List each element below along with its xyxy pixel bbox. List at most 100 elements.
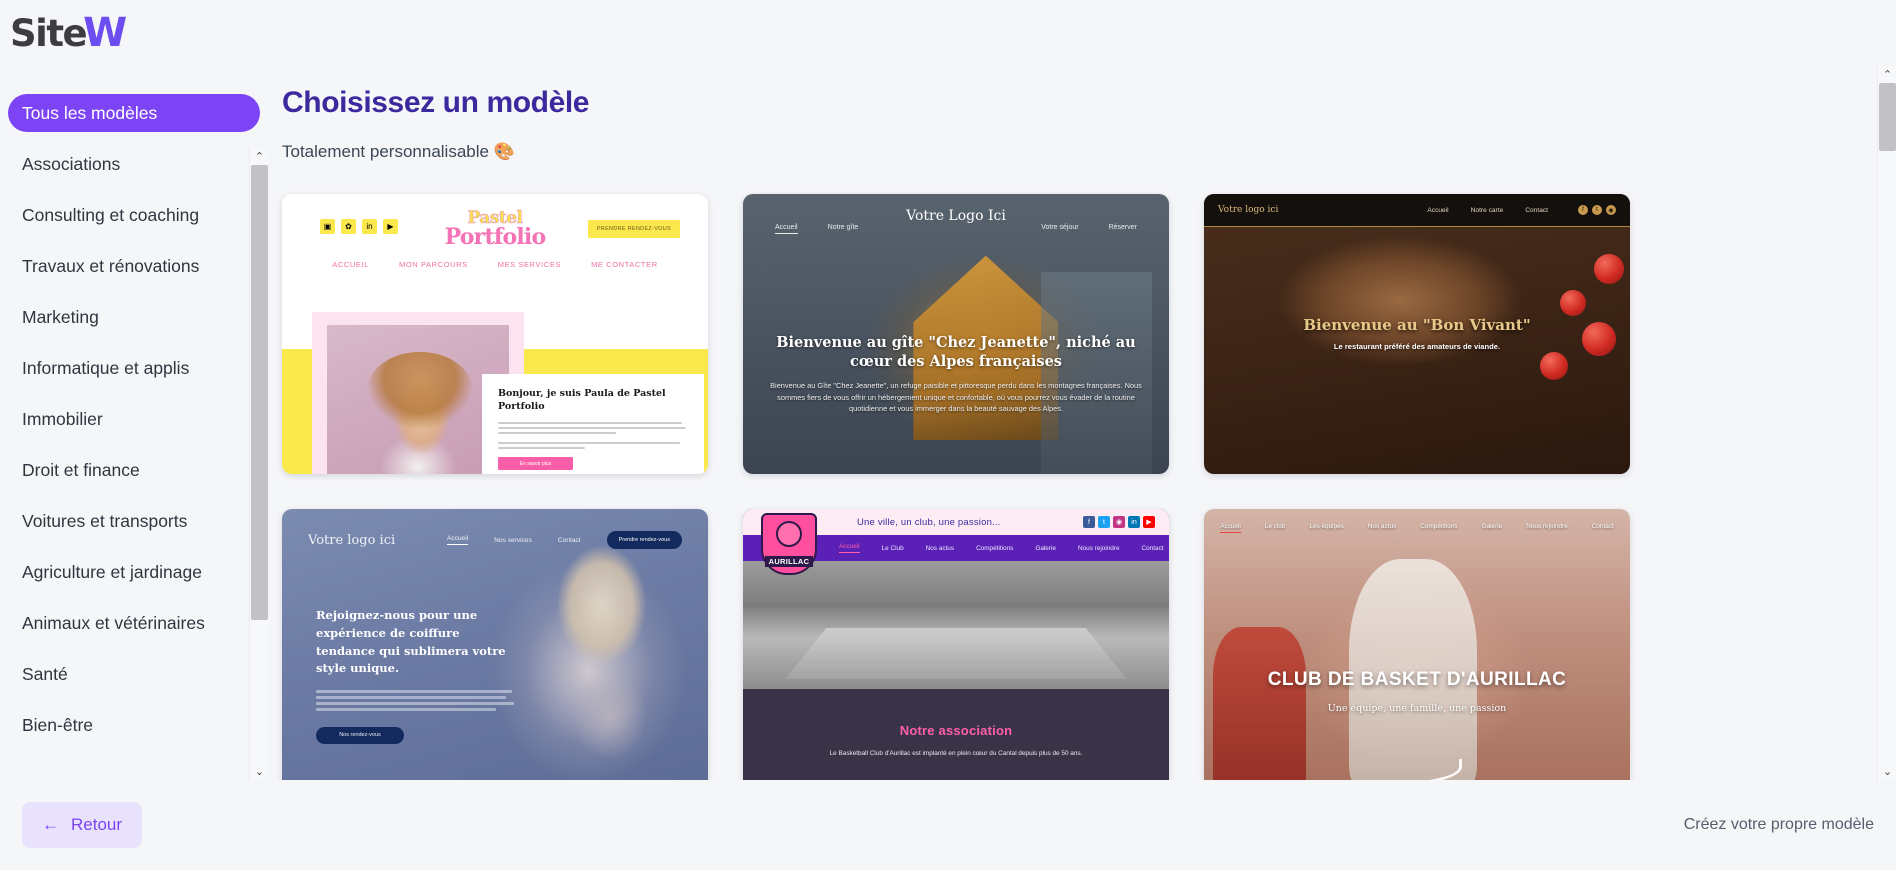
page-title: Choisissez un modèle bbox=[282, 86, 590, 119]
sidebar-scroll-thumb[interactable] bbox=[251, 165, 268, 620]
sidebar-item-tous-les-modeles[interactable]: Tous les modèles bbox=[8, 94, 260, 132]
nav-item-galerie: Galerie bbox=[1481, 523, 1503, 530]
nav-item-nous-rejoindre: Nous rejoindre bbox=[1526, 523, 1568, 530]
nav-item-nos-services: Nos services bbox=[494, 536, 532, 544]
page-subtitle-text: Totalement personnalisable bbox=[282, 142, 489, 161]
template-card-gite-chez-jeanette[interactable]: Accueil Notre gîte Votre séjour Réserver… bbox=[743, 194, 1169, 474]
club-crest-logo: AURILLAC bbox=[761, 513, 817, 575]
template-topbar: Votre logo ici Accueil Notre carte Conta… bbox=[1204, 194, 1630, 227]
template-heading: Bienvenue au gîte "Chez Jeanette", niché… bbox=[776, 334, 1136, 370]
crest-name: AURILLAC bbox=[764, 556, 814, 567]
template-card-pastel-portfolio[interactable]: ▣ ✿ in ▶ Pastel Portfolio PRENDRE RENDEZ… bbox=[282, 194, 708, 474]
sidebar-item-voitures[interactable]: Voitures et transports bbox=[8, 502, 260, 540]
sidebar-item-associations[interactable]: Associations bbox=[8, 145, 260, 183]
template-hero: Bienvenue au "Bon Vivant" Le restaurant … bbox=[1204, 316, 1630, 351]
template-card-salon-coiffure[interactable]: Votre logo ici Accueil Nos services Cont… bbox=[282, 509, 708, 780]
nav-item-nos-actus: Nos actus bbox=[1367, 523, 1397, 530]
template-hero: CLUB DE BASKET D'AURILLAC Une équipe, un… bbox=[1204, 669, 1630, 714]
nav-item-accueil: Accueil bbox=[1220, 523, 1241, 533]
scroll-up-icon[interactable]: ⌃ bbox=[250, 148, 268, 165]
template-topbar: Votre logo ici Accueil Nos services Cont… bbox=[282, 531, 708, 549]
sidebar-item-agriculture[interactable]: Agriculture et jardinage bbox=[8, 553, 260, 591]
logo-text-w: W bbox=[83, 9, 128, 56]
nav-item-accueil: ACCUEIL bbox=[332, 260, 369, 269]
template-body: Bienvenue au Gîte "Chez Jeanette", un re… bbox=[770, 380, 1142, 414]
template-nav: ACCUEIL MON PARCOURS MES SERVICES ME CON… bbox=[282, 260, 708, 269]
nav-item-accueil: Accueil bbox=[1427, 206, 1449, 214]
template-logo-placeholder: Votre Logo Ici bbox=[906, 208, 1006, 224]
template-nav: Accueil Nos services Contact Prendre ren… bbox=[446, 531, 682, 549]
nav-item-reserver: Réserver bbox=[1108, 224, 1137, 231]
instagram-icon: ◉ bbox=[1113, 516, 1125, 528]
decorative-tomato bbox=[1594, 254, 1624, 284]
nav-item-contact: Contact bbox=[1141, 544, 1164, 552]
basketball-icon bbox=[776, 521, 802, 547]
logo-text-site: Site bbox=[10, 11, 88, 55]
template-subheading: Une équipe, une famille, une passion bbox=[1327, 703, 1507, 714]
template-hero: Notre association Le Basketball Club d'A… bbox=[743, 689, 1169, 780]
scroll-down-icon[interactable]: ⌄ bbox=[1878, 763, 1896, 780]
sitew-logo[interactable]: Site W bbox=[10, 12, 127, 55]
create-own-template-link[interactable]: Créez votre propre modèle bbox=[1684, 816, 1874, 834]
facebook-icon: f bbox=[1083, 516, 1095, 528]
template-body-lines bbox=[316, 690, 516, 711]
facebook-icon: f bbox=[1578, 205, 1588, 215]
template-appointment-button: Prendre rendez-vous bbox=[606, 531, 682, 549]
page-subtitle: Totalement personnalisable 🎨 bbox=[282, 142, 1896, 162]
linkedin-icon: in bbox=[1128, 516, 1140, 528]
sidebar-item-travaux[interactable]: Travaux et rénovations bbox=[8, 247, 260, 285]
nav-item-le-club: Le Club bbox=[881, 544, 904, 552]
youtube-icon: ▶ bbox=[1143, 516, 1155, 528]
sidebar-item-sante[interactable]: Santé bbox=[8, 655, 260, 693]
nav-item-accueil: Accueil bbox=[775, 224, 798, 234]
nav-item-mes-services: MES SERVICES bbox=[497, 260, 562, 269]
category-sidebar: Tous les modèles Associations Consulting… bbox=[0, 66, 268, 780]
back-button[interactable]: ← Retour bbox=[22, 802, 143, 848]
sidebar-item-informatique[interactable]: Informatique et applis bbox=[8, 349, 260, 387]
sidebar-item-consulting[interactable]: Consulting et coaching bbox=[8, 196, 260, 234]
twitter-icon: t bbox=[1098, 516, 1110, 528]
template-nav: Accueil Le club Les équipes Nos actus Co… bbox=[1204, 523, 1630, 533]
template-card-aurillac-association[interactable]: Une ville, un club, une passion... f t ◉… bbox=[743, 509, 1169, 780]
template-heading: Bienvenue au "Bon Vivant" bbox=[1303, 316, 1531, 334]
back-button-label: Retour bbox=[71, 815, 123, 834]
template-subheading: Le restaurant préféré des amateurs de vi… bbox=[1333, 342, 1501, 351]
sidebar-item-droit-finance[interactable]: Droit et finance bbox=[8, 451, 260, 489]
main-content: Choisissez un modèle Totalement personna… bbox=[268, 66, 1896, 780]
main-scroll-thumb[interactable] bbox=[1879, 83, 1896, 151]
sidebar-item-bien-etre[interactable]: Bien-être bbox=[8, 706, 260, 744]
nav-item-accueil: Accueil bbox=[446, 535, 469, 545]
template-hero: Bienvenue au gîte "Chez Jeanette", niché… bbox=[767, 334, 1145, 415]
main-scrollbar[interactable]: ⌃ ⌄ bbox=[1877, 66, 1896, 780]
nav-item-notre-carte: Notre carte bbox=[1470, 206, 1504, 214]
template-card-club-basket-aurillac[interactable]: Accueil Le club Les équipes Nos actus Co… bbox=[1204, 509, 1630, 780]
nav-item-votre-sejour: Votre séjour bbox=[1041, 224, 1079, 231]
sidebar-item-animaux[interactable]: Animaux et vétérinaires bbox=[8, 604, 260, 642]
nav-item-mon-parcours: MON PARCOURS bbox=[398, 260, 468, 269]
sidebar-item-immobilier[interactable]: Immobilier bbox=[8, 400, 260, 438]
template-hero-image bbox=[743, 561, 1169, 689]
nav-item-competitions: Compétitions bbox=[976, 544, 1014, 552]
sidebar-scroll-track[interactable] bbox=[250, 165, 268, 763]
template-card-bon-vivant[interactable]: Votre logo ici Accueil Notre carte Conta… bbox=[1204, 194, 1630, 474]
template-socials: f t ◉ in ▶ bbox=[1083, 516, 1155, 528]
palette-icon: 🎨 bbox=[493, 142, 515, 161]
nav-item-contact: Contact bbox=[557, 536, 581, 544]
decorative-tomato bbox=[1560, 290, 1586, 316]
template-nav: Accueil Notre gîte Votre séjour Réserver bbox=[743, 224, 1169, 234]
scroll-up-icon[interactable]: ⌃ bbox=[1878, 66, 1896, 83]
template-nav: Accueil Notre carte Contact f t ◉ bbox=[1427, 205, 1616, 215]
nav-item-nous-rejoindre: Nous rejoindre bbox=[1077, 544, 1120, 552]
twitter-icon: t bbox=[1592, 205, 1602, 215]
nav-item-galerie: Galerie bbox=[1035, 544, 1056, 552]
nav-item-le-club: Le club bbox=[1264, 523, 1286, 530]
main-scroll-track[interactable] bbox=[1878, 83, 1896, 763]
sidebar-scrollbar[interactable]: ⌃ ⌄ bbox=[249, 148, 268, 780]
footer-bar: ← Retour Créez votre propre modèle bbox=[0, 780, 1896, 870]
sidebar-item-marketing[interactable]: Marketing bbox=[8, 298, 260, 336]
category-list: Tous les modèles Associations Consulting… bbox=[0, 94, 268, 744]
template-heading: Rejoignez-nous pour une expérience de co… bbox=[316, 608, 506, 676]
scroll-down-icon[interactable]: ⌄ bbox=[250, 763, 268, 780]
template-heading: Bonjour, je suis Paula de Pastel Portfol… bbox=[498, 388, 666, 412]
decorative-tomato bbox=[1540, 352, 1568, 380]
